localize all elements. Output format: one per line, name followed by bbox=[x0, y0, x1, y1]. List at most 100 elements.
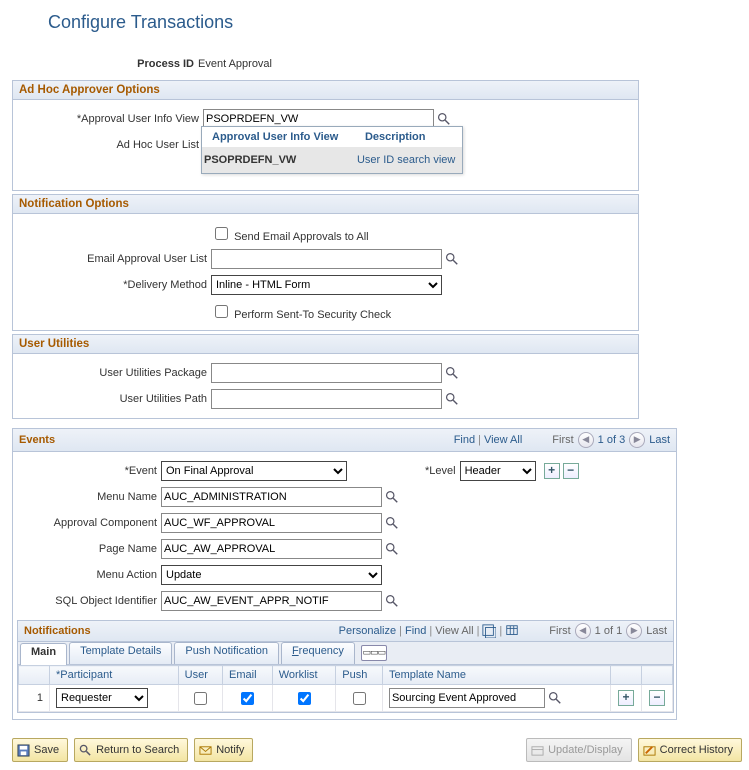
update-display-button: Update/Display bbox=[526, 738, 632, 762]
col-worklist[interactable]: Worklist bbox=[272, 666, 336, 685]
lookup-icon[interactable] bbox=[445, 392, 459, 406]
notifications-find-link[interactable]: Find bbox=[405, 625, 426, 637]
notifications-tabrow: Main Template Details Push Notification … bbox=[18, 642, 673, 665]
col-push[interactable]: Push bbox=[336, 666, 383, 685]
notifications-prev-arrow-icon[interactable]: ◀ bbox=[575, 623, 591, 639]
user-checkbox[interactable] bbox=[194, 692, 207, 705]
notifications-first-label: First bbox=[549, 625, 570, 637]
user-utilities-section: User Utilities User Utilities Package Us… bbox=[12, 334, 639, 419]
events-add-row-button[interactable]: + bbox=[544, 463, 560, 479]
events-last-label[interactable]: Last bbox=[649, 434, 670, 446]
page-title: Configure Transactions bbox=[48, 12, 737, 33]
save-button[interactable]: Save bbox=[12, 738, 68, 762]
notifications-viewall: View All bbox=[435, 625, 473, 637]
level-select[interactable]: Header bbox=[460, 461, 536, 481]
notification-options-heading: Notification Options bbox=[13, 195, 638, 214]
adhoc-heading: Ad Hoc Approver Options bbox=[13, 81, 638, 100]
notify-button[interactable]: Notify bbox=[194, 738, 253, 762]
menu-action-select[interactable]: Update bbox=[161, 565, 382, 585]
row-num: 1 bbox=[19, 685, 50, 712]
events-heading: Events bbox=[19, 434, 454, 446]
col-participant[interactable]: *Participant bbox=[50, 666, 179, 685]
popup-row-c1: PSOPRDEFN_VW bbox=[202, 147, 355, 173]
user-utilities-package-input[interactable] bbox=[211, 363, 442, 383]
notifications-heading: Notifications bbox=[24, 625, 91, 637]
col-email[interactable]: Email bbox=[223, 666, 273, 685]
lookup-icon[interactable] bbox=[437, 112, 451, 126]
notification-options-section: Notification Options Send Email Approval… bbox=[12, 194, 639, 331]
approval-component-label: Approval Component bbox=[17, 510, 159, 536]
table-row: 1 Requester + − bbox=[19, 685, 673, 712]
lookup-icon[interactable] bbox=[385, 516, 399, 530]
menu-name-input[interactable] bbox=[161, 487, 382, 507]
events-find-link[interactable]: Find bbox=[454, 434, 475, 446]
lookup-icon[interactable] bbox=[385, 490, 399, 504]
email-approval-user-list-input[interactable] bbox=[211, 249, 442, 269]
notifications-grid: Notifications Personalize | Find | View … bbox=[17, 620, 674, 713]
send-email-all-label: Send Email Approvals to All bbox=[234, 231, 369, 243]
events-delete-row-button[interactable]: − bbox=[563, 463, 579, 479]
events-viewall-link[interactable]: View All bbox=[484, 434, 522, 446]
notifications-range: 1 of 1 bbox=[591, 625, 627, 637]
events-range[interactable]: 1 of 3 bbox=[594, 434, 630, 446]
download-icon[interactable] bbox=[505, 624, 519, 638]
notifications-personalize-link[interactable]: Personalize bbox=[339, 625, 396, 637]
notifications-next-arrow-icon[interactable]: ▶ bbox=[626, 623, 642, 639]
user-info-view-popup[interactable]: Approval User Info View Description PSOP… bbox=[201, 126, 463, 174]
col-rownum bbox=[19, 666, 50, 685]
notifications-last-label: Last bbox=[646, 625, 667, 637]
event-select[interactable]: On Final Approval bbox=[161, 461, 347, 481]
update-icon bbox=[531, 744, 544, 757]
delivery-method-select[interactable]: Inline - HTML Form bbox=[211, 275, 442, 295]
zoom-icon[interactable] bbox=[482, 624, 496, 638]
approval-component-input[interactable] bbox=[161, 513, 382, 533]
participant-select[interactable]: Requester bbox=[56, 688, 148, 708]
lookup-icon[interactable] bbox=[445, 366, 459, 380]
lookup-icon[interactable] bbox=[385, 594, 399, 608]
lookup-icon[interactable] bbox=[385, 542, 399, 556]
sent-to-security-checkbox[interactable] bbox=[215, 305, 228, 318]
adhoc-user-list-label: Ad Hoc User List bbox=[17, 132, 201, 158]
sql-object-identifier-label: SQL Object Identifier bbox=[17, 588, 159, 614]
correct-history-button[interactable]: Correct History bbox=[638, 738, 742, 762]
row-delete-button[interactable]: − bbox=[649, 690, 665, 706]
user-utilities-path-input[interactable] bbox=[211, 389, 442, 409]
expand-all-tabs-icon[interactable]: ▭▭▭ bbox=[361, 645, 387, 661]
notify-icon bbox=[199, 744, 212, 757]
tab-frequency[interactable]: FFrequencyrequency bbox=[281, 642, 355, 664]
page-name-input[interactable] bbox=[161, 539, 382, 559]
lookup-icon[interactable] bbox=[445, 252, 459, 266]
lookup-icon[interactable] bbox=[548, 691, 562, 705]
row-add-button[interactable]: + bbox=[618, 690, 634, 706]
approval-user-info-view-label: *Approval User Info View bbox=[17, 106, 201, 132]
events-bar: Events Find | View All First ◀ 1 of 3 ▶ … bbox=[12, 428, 677, 452]
user-utilities-heading: User Utilities bbox=[13, 335, 638, 354]
push-checkbox[interactable] bbox=[353, 692, 366, 705]
search-icon bbox=[79, 744, 92, 757]
return-to-search-button[interactable]: Return to Search bbox=[74, 738, 188, 762]
menu-action-label: Menu Action bbox=[17, 562, 159, 588]
sql-object-identifier-input[interactable] bbox=[161, 591, 382, 611]
col-user[interactable]: User bbox=[178, 666, 222, 685]
menu-name-label: Menu Name bbox=[17, 484, 159, 510]
sent-to-security-label: Perform Sent-To Security Check bbox=[234, 309, 391, 321]
worklist-checkbox[interactable] bbox=[298, 692, 311, 705]
user-utilities-package-label: User Utilities Package bbox=[17, 360, 209, 386]
process-id-value: Event Approval bbox=[196, 51, 274, 77]
tab-template-details[interactable]: Template Details bbox=[69, 642, 172, 664]
template-name-input[interactable] bbox=[389, 688, 545, 708]
events-prev-arrow-icon[interactable]: ◀ bbox=[578, 432, 594, 448]
tab-push-notification[interactable]: Push Notification bbox=[174, 642, 279, 664]
delivery-method-label: *Delivery Method bbox=[17, 272, 209, 298]
popup-row[interactable]: PSOPRDEFN_VW User ID search view bbox=[202, 147, 462, 173]
page-name-label: Page Name bbox=[17, 536, 159, 562]
tab-main[interactable]: Main bbox=[20, 643, 67, 665]
events-next-arrow-icon[interactable]: ▶ bbox=[629, 432, 645, 448]
send-email-all-checkbox[interactable] bbox=[215, 227, 228, 240]
notifications-table: *Participant User Email Worklist Push Te… bbox=[18, 665, 673, 712]
event-label: *Event bbox=[17, 458, 159, 484]
process-id-row: Process ID Event Approval bbox=[12, 51, 274, 77]
process-id-label: Process ID bbox=[12, 51, 196, 77]
col-template[interactable]: Template Name bbox=[382, 666, 610, 685]
email-checkbox[interactable] bbox=[241, 692, 254, 705]
